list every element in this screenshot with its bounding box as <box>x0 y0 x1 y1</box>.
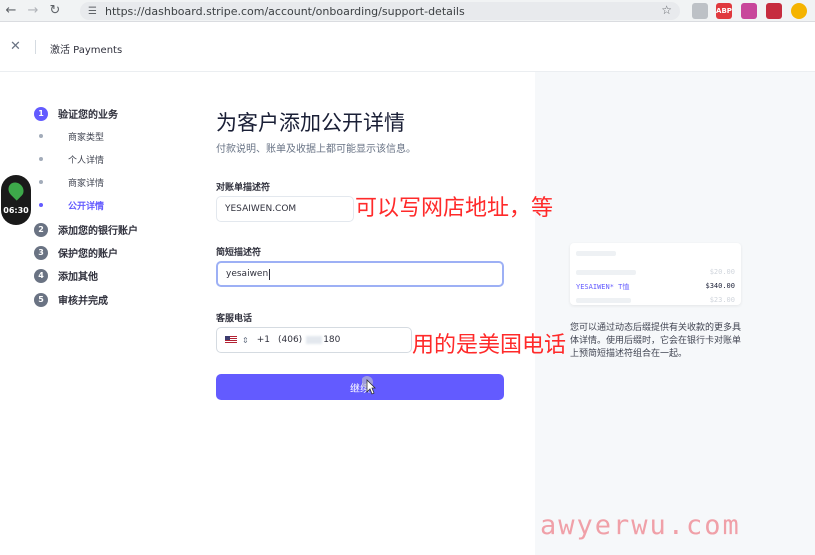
short-descriptor-label: 简短描述符 <box>216 248 262 258</box>
preview-merchant-line: YESAIWEN* T恤 <box>576 283 630 291</box>
app-header: ✕ 激活 Payments <box>0 22 815 72</box>
continue-button[interactable]: 继续 <box>216 374 504 400</box>
substep-personal-details[interactable]: 个人详情 <box>68 153 104 166</box>
header-divider <box>35 40 36 54</box>
statement-descriptor-value: YESAIWEN.COM <box>225 204 297 214</box>
forward-icon[interactable]: → <box>22 0 44 22</box>
step-number: 4 <box>34 268 48 283</box>
step-label: 审核并完成 <box>58 296 108 307</box>
statement-descriptor-input[interactable]: YESAIWEN.COM <box>216 196 354 222</box>
substep-public-details[interactable]: 公开详情 <box>68 199 104 212</box>
form-subtitle: 付款说明、账单及收据上都可能显示该信息。 <box>216 144 416 155</box>
preview-amount-2: $340.00 <box>705 282 735 290</box>
step-verify-business[interactable]: 1 验证您的业务 <box>34 106 118 121</box>
watermark: awyerwu.com <box>540 510 741 541</box>
us-flag-icon <box>225 336 237 344</box>
step-label: 添加您的银行账户 <box>58 226 138 237</box>
step-number: 1 <box>34 106 48 121</box>
step-review-finish[interactable]: 5 审核并完成 <box>34 292 108 307</box>
step-number: 2 <box>34 222 48 237</box>
statement-descriptor-label: 对账单描述符 <box>216 183 271 193</box>
support-phone-input[interactable]: ⇕ +1 (406) 180 <box>216 327 412 353</box>
close-icon[interactable]: ✕ <box>10 39 21 54</box>
timer-text: 06:30 <box>3 206 29 215</box>
short-descriptor-value: yesaiwen <box>226 269 269 279</box>
substep-dot-active <box>39 203 43 207</box>
redacted-digits <box>306 336 323 344</box>
back-icon[interactable]: ← <box>0 0 22 22</box>
step-add-bank[interactable]: 2 添加您的银行账户 <box>34 222 138 237</box>
country-selector-chevron-icon[interactable]: ⇕ <box>242 336 249 345</box>
step-label: 添加其他 <box>58 272 98 283</box>
phone-suffix: 180 <box>323 335 341 345</box>
form-title: 为客户添加公开详情 <box>216 111 405 135</box>
substep-dot <box>39 180 43 184</box>
preview-amount-1: $20.00 <box>709 268 735 276</box>
address-bar[interactable]: ☰ https://dashboard.stripe.com/account/o… <box>80 2 680 20</box>
reload-icon[interactable]: ↻ <box>44 0 66 22</box>
preview-note: 您可以通过动态后缀提供有关收款的更多具体详情。使用后缀时，它会在银行卡对账单上预… <box>570 323 742 359</box>
step-label: 保护您的账户 <box>58 249 118 260</box>
substep-dot <box>39 134 43 138</box>
annotation-phone: 用的是美国电话 <box>412 333 567 358</box>
leaf-icon <box>5 179 27 201</box>
step-secure-account[interactable]: 3 保护您的账户 <box>34 245 118 260</box>
statement-preview-card: $20.00 YESAIWEN* T恤 $340.00 $23.00 <box>570 243 741 305</box>
step-number: 3 <box>34 245 48 260</box>
substep-business-details[interactable]: 商家详情 <box>68 176 104 189</box>
extension-icon-1[interactable] <box>692 3 708 19</box>
page-title: 激活 Payments <box>50 45 123 56</box>
substep-dot <box>39 157 43 161</box>
phone-area-code: (406) <box>277 335 303 345</box>
url-text: https://dashboard.stripe.com/account/onb… <box>104 4 465 18</box>
extension-abp-icon[interactable]: ABP <box>716 3 732 19</box>
bookmark-star-icon[interactable]: ☆ <box>661 3 672 17</box>
extension-icon-4[interactable] <box>766 3 782 19</box>
profile-avatar-icon[interactable] <box>791 3 807 19</box>
step-add-extras[interactable]: 4 添加其他 <box>34 268 98 283</box>
annotation-website: 可以写网店地址，等 <box>355 196 554 221</box>
phone-country-code: +1 <box>256 335 270 345</box>
preview-panel <box>535 72 815 555</box>
substep-business-type[interactable]: 商家类型 <box>68 130 104 143</box>
step-number: 5 <box>34 292 48 307</box>
recording-timer: 06:30 <box>1 175 31 225</box>
extension-icon-3[interactable] <box>741 3 757 19</box>
short-descriptor-input[interactable]: yesaiwen <box>216 261 504 287</box>
step-label: 验证您的业务 <box>58 110 118 121</box>
mouse-cursor-icon <box>362 376 376 395</box>
support-phone-label: 客服电话 <box>216 314 253 324</box>
preview-amount-3: $23.00 <box>709 296 735 304</box>
text-caret <box>269 268 271 280</box>
site-info-icon[interactable]: ☰ <box>88 6 97 17</box>
